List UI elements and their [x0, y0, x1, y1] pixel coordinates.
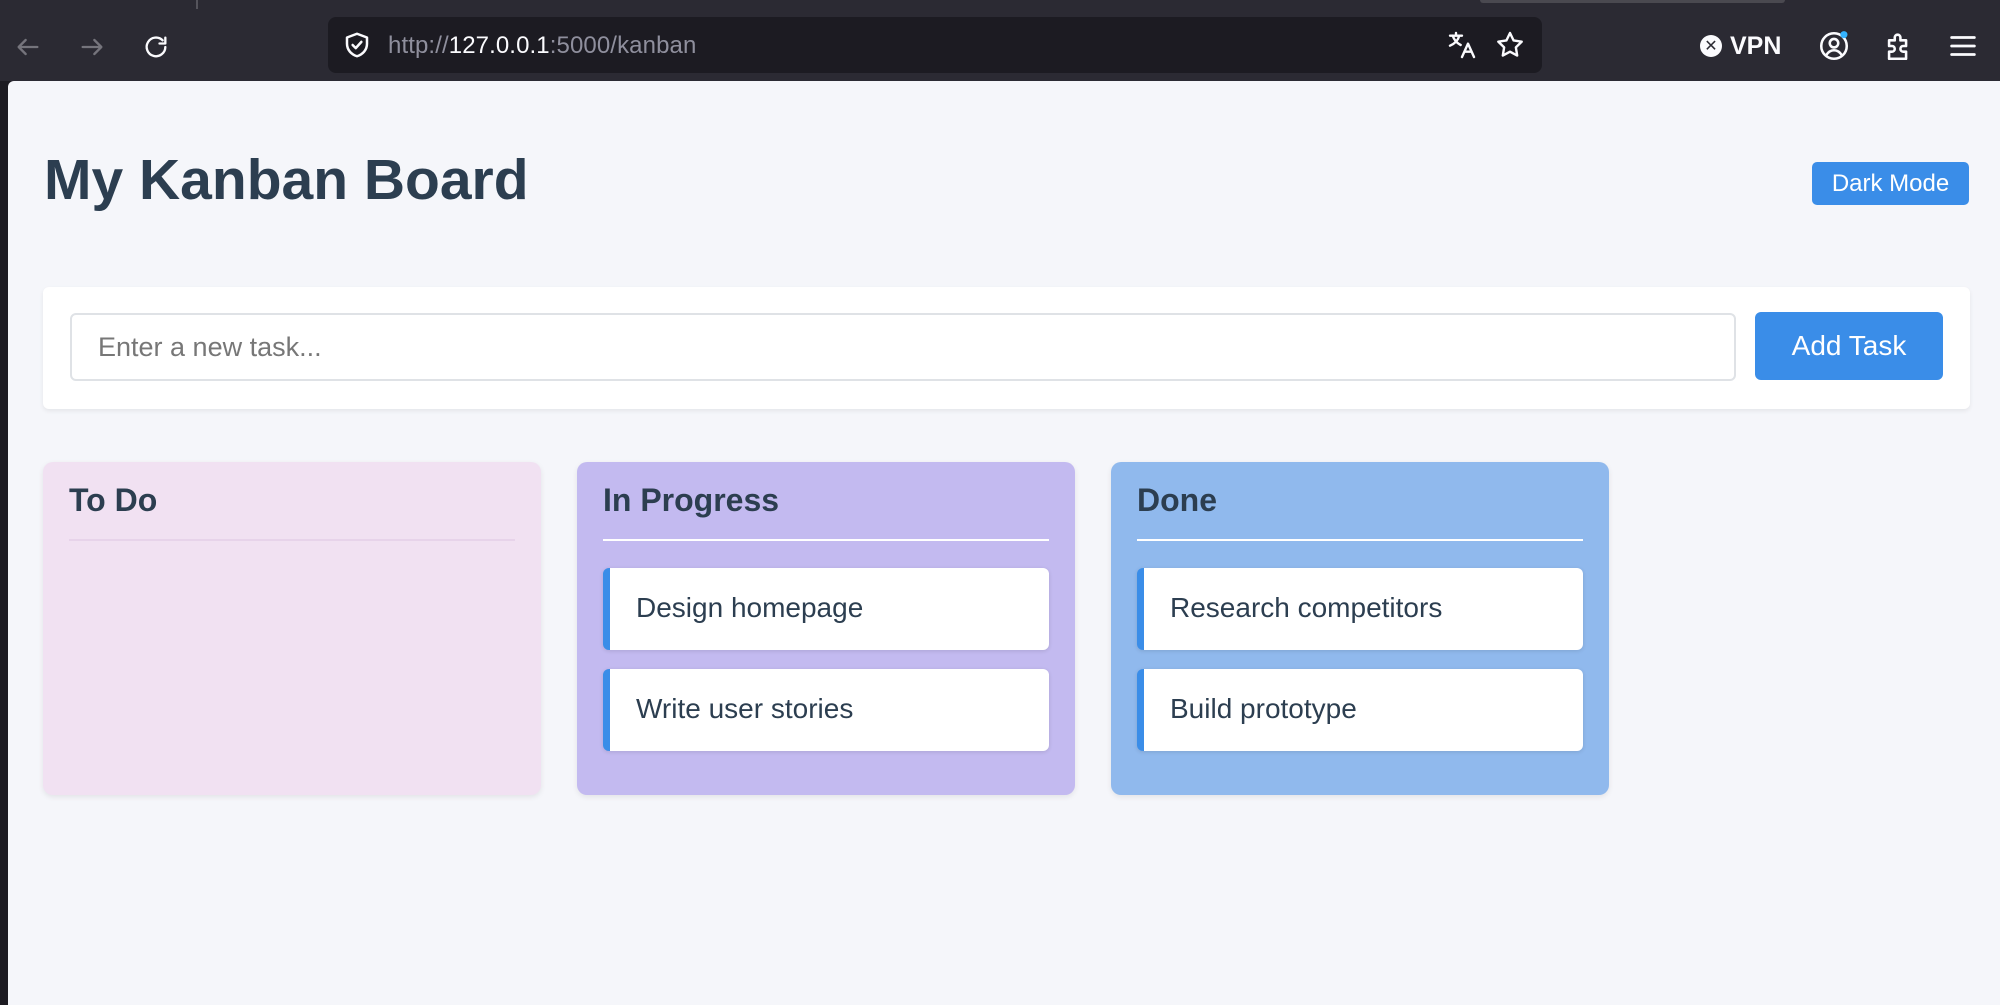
column-title: In Progress — [603, 482, 780, 518]
column-in-progress: In Progress Design homepage Write user s… — [577, 462, 1075, 795]
task-card-label: Research competitors — [1170, 592, 1443, 623]
address-bar[interactable]: http://127.0.0.1:5000/kanban — [328, 17, 1542, 73]
star-icon[interactable] — [1494, 29, 1526, 61]
task-card[interactable]: Write user stories — [603, 669, 1049, 751]
page-title: My Kanban Board — [44, 148, 529, 212]
url-host: 127.0.0.1 — [448, 32, 550, 59]
task-card-label: Build prototype — [1170, 693, 1357, 724]
dark-mode-button[interactable]: Dark Mode — [1812, 162, 1969, 205]
reload-button[interactable] — [136, 27, 176, 67]
add-task-button[interactable]: Add Task — [1755, 312, 1943, 380]
translate-icon[interactable] — [1446, 29, 1478, 61]
back-button[interactable] — [8, 27, 48, 67]
column-done: Done Research competitors Build prototyp… — [1111, 462, 1609, 795]
puzzle-icon[interactable] — [1882, 29, 1916, 63]
vpn-label: VPN — [1730, 31, 1782, 60]
shield-check-icon[interactable] — [342, 30, 372, 60]
arrow-left-icon — [17, 38, 39, 56]
column-divider — [69, 539, 515, 541]
tab-divider — [196, 0, 198, 9]
column-divider — [1137, 539, 1583, 541]
column-to-do: To Do — [43, 462, 541, 795]
task-card-label: Write user stories — [636, 693, 854, 724]
account-icon[interactable] — [1817, 29, 1851, 63]
hamburger-menu-icon[interactable] — [1946, 29, 1980, 63]
url-text[interactable]: http://127.0.0.1:5000/kanban — [388, 32, 696, 60]
task-card[interactable]: Design homepage — [603, 568, 1049, 650]
forward-button[interactable] — [72, 27, 112, 67]
arrow-right-icon — [81, 38, 103, 56]
column-title: To Do — [69, 482, 158, 518]
task-card-label: Design homepage — [636, 592, 864, 623]
add-task-panel: Add Task — [43, 287, 1970, 409]
new-task-input[interactable] — [70, 313, 1736, 381]
task-card[interactable]: Research competitors — [1137, 568, 1583, 650]
url-path: :5000/kanban — [549, 32, 697, 59]
column-title: Done — [1137, 482, 1217, 518]
browser-toolbar: http://127.0.0.1:5000/kanban ✕ VPN — [0, 9, 2000, 81]
reload-icon — [145, 36, 167, 58]
vpn-off-icon: ✕ — [1700, 35, 1722, 57]
active-tab-edge[interactable] — [1480, 0, 1785, 3]
url-scheme: http:// — [388, 32, 449, 59]
task-card[interactable]: Build prototype — [1137, 669, 1583, 751]
column-divider — [603, 539, 1049, 541]
page-content: My Kanban Board Dark Mode Add Task To Do… — [8, 81, 2000, 1005]
tab-strip — [0, 0, 2000, 9]
vpn-button[interactable]: ✕ VPN — [1700, 31, 1781, 61]
